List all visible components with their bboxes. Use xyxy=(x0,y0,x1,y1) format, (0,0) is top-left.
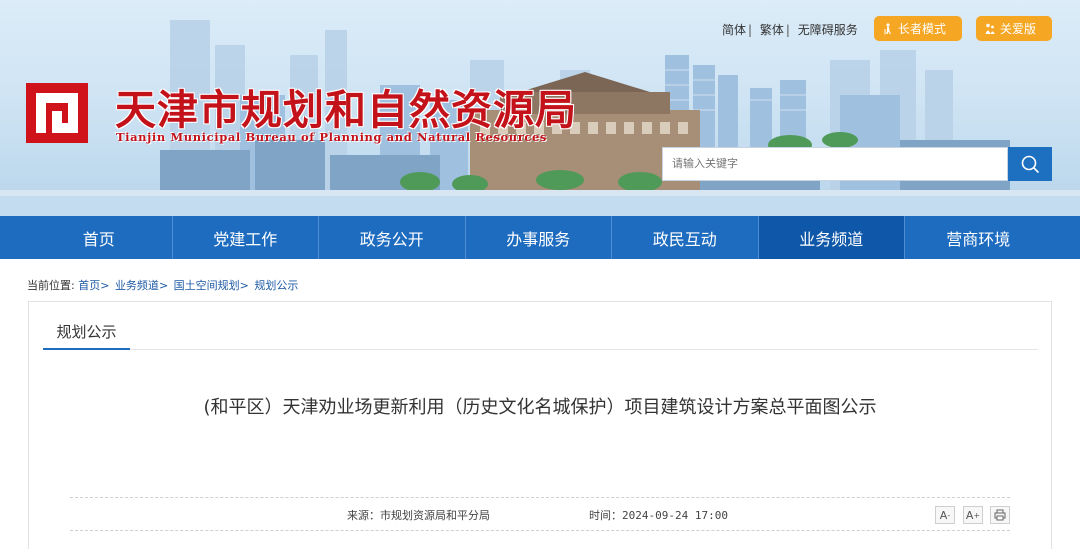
nav-item-home[interactable]: 首页 xyxy=(26,216,173,259)
article-title: (和平区）天津劝业场更新利用（历史文化名城保护）项目建筑设计方案总平面图公示 xyxy=(203,397,877,418)
font-decrease-label: A xyxy=(939,508,948,522)
nav-item-interaction[interactable]: 政民互动 xyxy=(612,216,759,259)
search-input[interactable] xyxy=(662,147,1008,181)
article-time: 时间：2024-09-24 17:00 xyxy=(589,509,728,522)
main-nav: 首页 党建工作 政务公开 办事服务 政民互动 业务频道 营商环境 xyxy=(0,216,1080,259)
breadcrumb: 当前位置: 首页> 业务频道> 国土空间规划> 规划公示 xyxy=(27,279,299,292)
header-banner: 天津市规划和自然资源局 Tianjin Municipal Bureau of … xyxy=(0,0,1080,216)
site-subtitle: Tianjin Municipal Bureau of Planning and… xyxy=(116,130,547,144)
print-button[interactable] xyxy=(990,506,1010,524)
nav-item-government-affairs[interactable]: 政务公开 xyxy=(319,216,466,259)
divider: | xyxy=(748,23,753,37)
accessibility-link[interactable]: 无障碍服务 xyxy=(798,23,858,37)
print-icon xyxy=(994,509,1006,521)
care-icon xyxy=(985,23,995,34)
traditional-chinese-link[interactable]: 繁体 xyxy=(760,23,784,37)
breadcrumb-home[interactable]: 首页 xyxy=(78,279,100,292)
article-source: 来源：市规划资源局和平分局 xyxy=(347,509,490,522)
breadcrumb-spatial-planning[interactable]: 国土空间规划 xyxy=(174,279,240,292)
elder-mode-label: 长者模式 xyxy=(898,22,947,36)
search-button[interactable] xyxy=(1008,147,1052,181)
nav-item-services[interactable]: 办事服务 xyxy=(466,216,612,259)
tab-planning-notice[interactable]: 规划公示 xyxy=(43,317,130,350)
divider: | xyxy=(785,23,790,37)
simplified-chinese-link[interactable]: 简体 xyxy=(722,23,746,37)
nav-item-business-channel[interactable]: 业务频道 xyxy=(758,216,905,259)
elder-mode-button[interactable]: 长者模式 xyxy=(874,16,962,41)
bureau-logo-icon[interactable] xyxy=(26,83,88,143)
breadcrumb-business-channel[interactable]: 业务频道 xyxy=(115,279,159,292)
top-links: 简体 | 繁体 | 无障碍服务 xyxy=(722,21,858,38)
care-mode-button[interactable]: 关爱版 xyxy=(976,16,1052,41)
content-card: 规划公示 (和平区）天津劝业场更新利用（历史文化名城保护）项目建筑设计方案总平面… xyxy=(28,301,1052,549)
care-mode-label: 关爱版 xyxy=(1000,22,1037,36)
meta-divider-bottom xyxy=(70,530,1010,531)
search-icon xyxy=(1021,155,1039,173)
elder-icon xyxy=(884,22,891,34)
tab-divider xyxy=(43,349,1038,350)
breadcrumb-planning-notice[interactable]: 规划公示 xyxy=(254,279,298,292)
font-increase-button[interactable]: A + xyxy=(963,506,983,524)
nav-item-party-building[interactable]: 党建工作 xyxy=(173,216,319,259)
nav-item-business-environment[interactable]: 营商环境 xyxy=(905,216,1052,259)
font-increase-label: A xyxy=(965,508,974,522)
font-decrease-button[interactable]: A- xyxy=(935,506,955,524)
site-title[interactable]: 天津市规划和自然资源局 xyxy=(115,76,577,136)
breadcrumb-prefix: 当前位置: xyxy=(27,279,75,292)
meta-divider-top xyxy=(70,497,1010,498)
